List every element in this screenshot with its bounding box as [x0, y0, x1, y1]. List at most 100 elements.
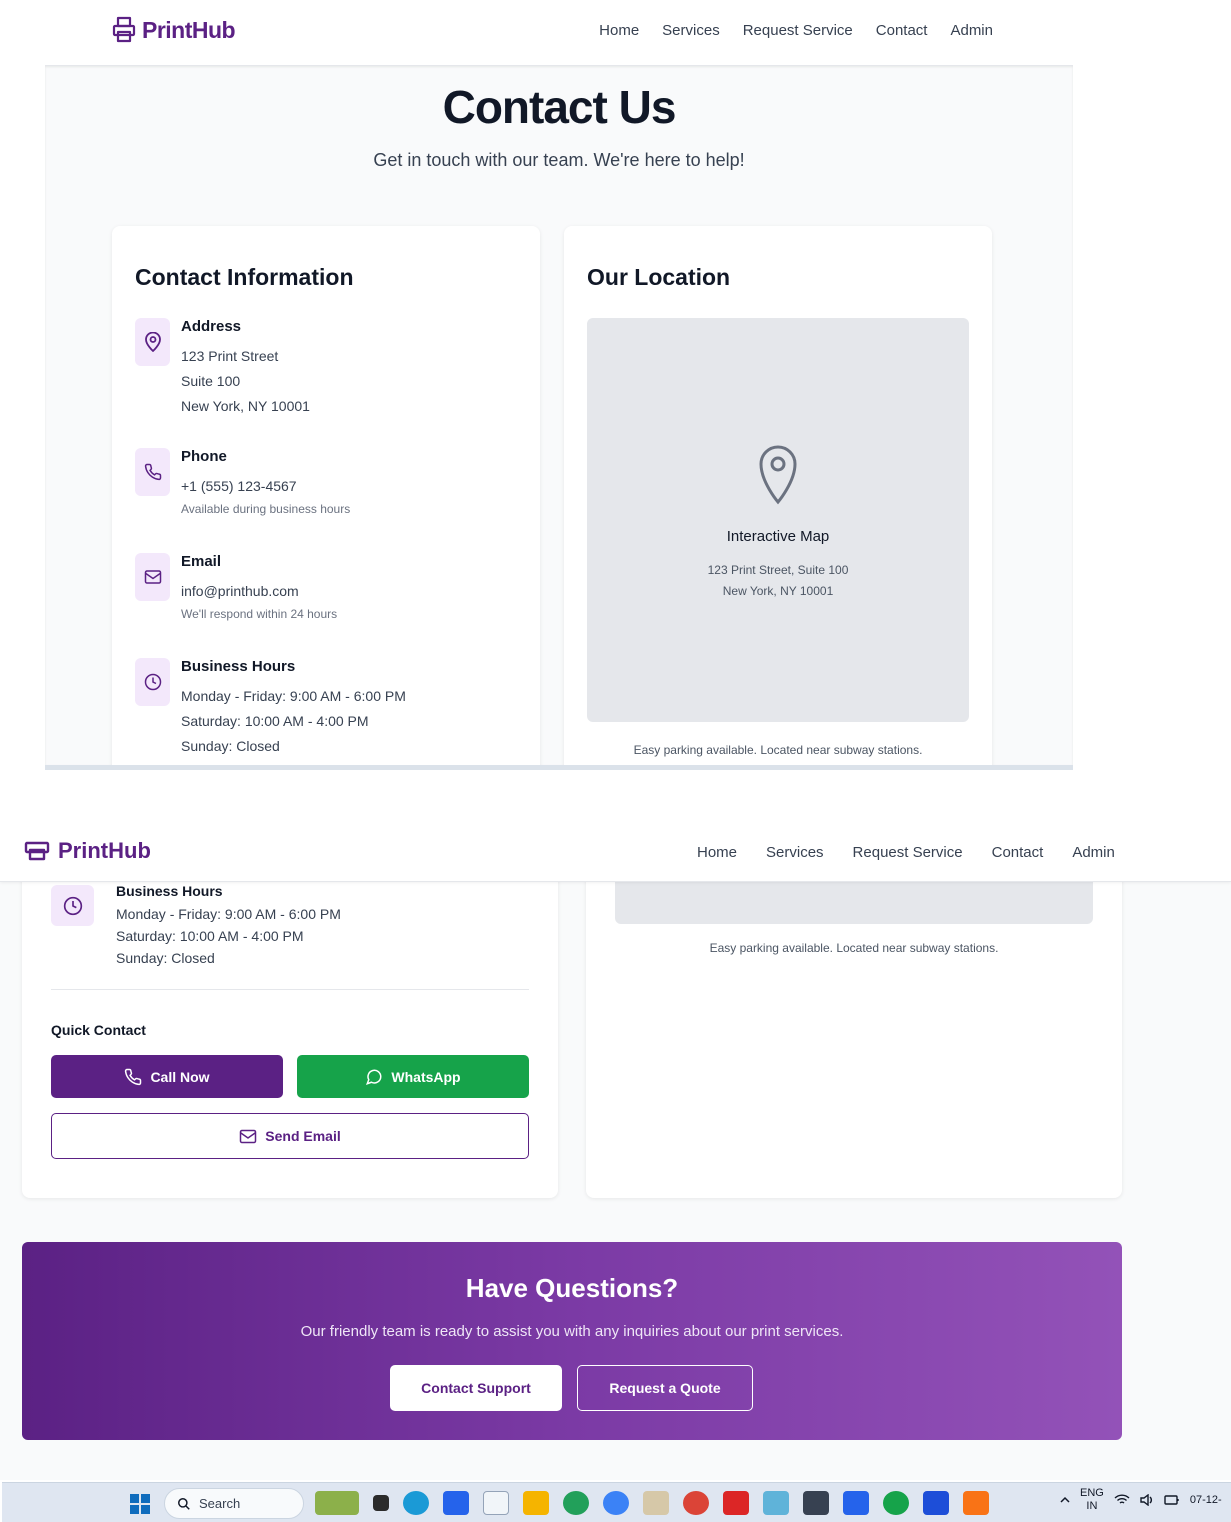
brand-name: PrintHub — [142, 16, 236, 43]
chat-bubble-icon — [365, 1068, 383, 1086]
hours-block: Business Hours Monday - Friday: 9:00 AM … — [51, 882, 341, 969]
page-title: Contact Us — [442, 81, 677, 133]
chevron-up-icon[interactable] — [1060, 1496, 1070, 1504]
mail-icon — [239, 1129, 257, 1144]
printer-icon — [112, 16, 136, 44]
nav-admin[interactable]: Admin — [1072, 844, 1115, 861]
nav-home[interactable]: Home — [599, 22, 639, 39]
map-title: Interactive Map — [726, 528, 830, 545]
nav-contact[interactable]: Contact — [992, 844, 1044, 861]
hours-label: Business Hours — [116, 883, 223, 899]
hours-saturday: Saturday: 10:00 AM - 4:00 PM — [116, 928, 304, 944]
email-address[interactable]: info@printhub.com — [181, 579, 337, 604]
banner-subtitle: Our friendly team is ready to assist you… — [300, 1323, 844, 1340]
hours-sunday: Sunday: Closed — [181, 738, 280, 754]
wifi-icon[interactable] — [1114, 1494, 1130, 1506]
location-card: Our Location Interactive Map 123 Print S… — [564, 226, 992, 765]
phone-block: Phone +1 (555) 123-4567 Available during… — [135, 448, 350, 516]
map-address-line1: 123 Print Street, Suite 100 — [707, 563, 849, 577]
phone-label: Phone — [181, 448, 227, 465]
edge-icon[interactable] — [403, 1491, 429, 1515]
brand-logo[interactable]: PrintHub — [112, 16, 236, 44]
nav-request-service[interactable]: Request Service — [743, 22, 853, 39]
contact-info-card: Contact Information Address 123 Print St… — [112, 226, 540, 765]
email-label: Email — [181, 553, 222, 570]
word-icon[interactable] — [923, 1491, 949, 1515]
whatsapp-button[interactable]: WhatsApp — [297, 1055, 529, 1098]
map-pin-icon — [758, 442, 798, 506]
hours-saturday: Saturday: 10:00 AM - 4:00 PM — [181, 713, 369, 729]
phone-note: Available during business hours — [181, 502, 351, 516]
chrome-icon[interactable] — [683, 1491, 709, 1515]
brand-logo[interactable]: PrintHub — [24, 838, 151, 864]
contact-support-button[interactable]: Contact Support — [390, 1365, 562, 1411]
terminal-icon[interactable] — [803, 1491, 829, 1515]
call-now-label: Call Now — [150, 1068, 210, 1085]
map-pin-icon — [135, 318, 170, 366]
browser-icon[interactable] — [603, 1491, 629, 1515]
phone-icon — [124, 1068, 142, 1086]
brand-name: PrintHub — [58, 838, 151, 863]
rstudio-icon[interactable] — [483, 1491, 509, 1515]
phone-number[interactable]: +1 (555) 123-4567 — [181, 474, 350, 499]
parking-note: Easy parking available. Located near sub… — [633, 743, 923, 757]
contact-info-card: Business Hours Monday - Friday: 9:00 AM … — [22, 872, 558, 1198]
email-block: Email info@printhub.com We'll respond wi… — [135, 553, 337, 621]
nav-home[interactable]: Home — [697, 844, 737, 861]
contact-page-scrolled: Business Hours Monday - Friday: 9:00 AM … — [0, 872, 1231, 1480]
task-view-icon[interactable] — [373, 1495, 389, 1511]
acrobat-icon[interactable] — [723, 1491, 749, 1515]
clock-icon — [51, 885, 94, 926]
parking-note: Easy parking available. Located near sub… — [709, 941, 999, 955]
store-icon[interactable] — [443, 1491, 469, 1515]
address-block: Address 123 Print Street Suite 100 New Y… — [135, 318, 310, 419]
language-indicator[interactable]: ENG IN — [1080, 1487, 1104, 1513]
volume-icon[interactable] — [1140, 1494, 1154, 1506]
vscode-icon[interactable] — [843, 1491, 869, 1515]
page-subtitle: Get in touch with our team. We're here t… — [373, 150, 745, 170]
map-placeholder[interactable]: Interactive Map 123 Print Street, Suite … — [587, 318, 969, 722]
hours-block: Business Hours Monday - Friday: 9:00 AM … — [135, 658, 406, 759]
brave-icon[interactable] — [963, 1491, 989, 1515]
request-quote-button[interactable]: Request a Quote — [577, 1365, 753, 1411]
navbar: PrintHub Home Services Request Service C… — [0, 0, 1231, 64]
nav-links: Home Services Request Service Contact Ad… — [697, 844, 1115, 861]
nav-request-service[interactable]: Request Service — [853, 844, 963, 861]
taskbar-search[interactable]: Search — [164, 1488, 304, 1519]
nav-admin[interactable]: Admin — [950, 22, 993, 39]
widgets-icon[interactable] — [315, 1491, 359, 1515]
contact-info-heading: Contact Information — [135, 264, 354, 290]
nav-links: Home Services Request Service Contact Ad… — [599, 22, 993, 39]
windows-start-icon[interactable] — [130, 1494, 150, 1514]
lang-code: ENG — [1080, 1487, 1104, 1499]
nav-services[interactable]: Services — [766, 844, 824, 861]
chrome-profile-icon[interactable] — [563, 1491, 589, 1515]
contact-page: Contact Us Get in touch with our team. W… — [45, 65, 1073, 765]
map-address-line2: New York, NY 10001 — [722, 584, 834, 598]
address-label: Address — [181, 318, 242, 335]
phone-icon — [135, 448, 170, 496]
nav-services[interactable]: Services — [662, 22, 720, 39]
mail-icon — [135, 553, 170, 601]
call-now-button[interactable]: Call Now — [51, 1055, 283, 1098]
battery-icon[interactable] — [1164, 1494, 1180, 1506]
address-line1: 123 Print Street — [181, 348, 279, 364]
hours-label: Business Hours — [181, 658, 296, 675]
clock-icon — [135, 658, 170, 706]
questions-banner: Have Questions? Our friendly team is rea… — [22, 1242, 1122, 1440]
srm-app-icon[interactable] — [643, 1491, 669, 1515]
whatsapp-app-icon[interactable] — [883, 1491, 909, 1515]
nav-contact[interactable]: Contact — [876, 22, 928, 39]
quick-contact-heading: Quick Contact — [51, 1022, 146, 1038]
email-note: We'll respond within 24 hours — [181, 607, 338, 621]
windows-taskbar: Search ENG IN 07-12- — [2, 1482, 1231, 1522]
system-tray: ENG IN 07-12- — [1060, 1487, 1222, 1513]
app-icon[interactable] — [763, 1491, 789, 1515]
taskbar-search-label: Search — [199, 1496, 241, 1511]
whatsapp-label: WhatsApp — [391, 1068, 461, 1085]
send-email-button[interactable]: Send Email — [51, 1113, 529, 1159]
location-heading: Our Location — [587, 264, 731, 290]
clock-date[interactable]: 07-12- — [1190, 1494, 1222, 1506]
navbar: PrintHub Home Services Request Service C… — [0, 832, 1231, 882]
file-explorer-icon[interactable] — [523, 1491, 549, 1515]
